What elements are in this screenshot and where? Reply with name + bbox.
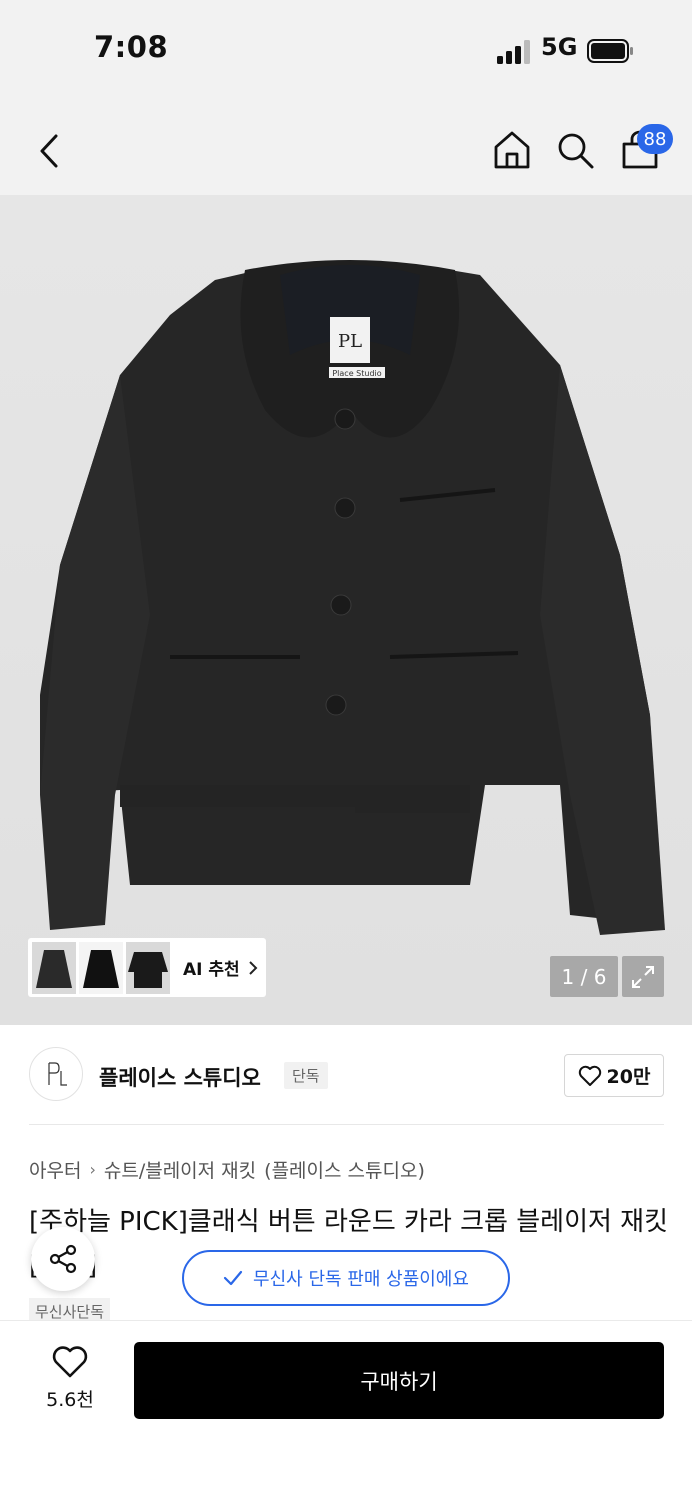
home-icon[interactable] xyxy=(493,130,531,170)
divider xyxy=(29,1124,664,1125)
share-icon xyxy=(49,1244,77,1274)
jacket-illustration: PL Place Studio xyxy=(40,260,665,935)
label-tag-text: Place Studio xyxy=(332,369,381,378)
brand-like-count: 20만 xyxy=(606,1066,651,1088)
check-icon xyxy=(223,1270,243,1286)
breadcrumb-item[interactable]: 슈트/블레이저 재킷 xyxy=(104,1156,256,1183)
wishlist-button[interactable]: 5.6천 xyxy=(38,1345,102,1412)
brand-like-button[interactable]: 20만 xyxy=(564,1054,664,1097)
breadcrumb: 아우터 › 슈트/블레이저 재킷 (플레이스 스튜디오) xyxy=(29,1156,425,1183)
cart-count-badge: 88 xyxy=(637,124,673,154)
expand-button[interactable] xyxy=(622,956,664,997)
brand-logo[interactable] xyxy=(29,1047,83,1101)
expand-icon xyxy=(632,965,654,988)
ai-thumb-2[interactable] xyxy=(79,941,123,994)
heart-icon xyxy=(578,1065,601,1086)
status-bar: 7:08 5G xyxy=(0,0,692,100)
wishlist-count: 5.6천 xyxy=(46,1389,94,1411)
signal-icon xyxy=(497,40,530,64)
back-icon[interactable] xyxy=(38,133,62,169)
buy-button[interactable]: 구매하기 xyxy=(134,1342,664,1419)
ai-recommend-label: AI 추천 xyxy=(183,960,240,980)
brand-name[interactable]: 플레이스 스튜디오 xyxy=(99,1062,261,1092)
breadcrumb-item[interactable]: 아우터 xyxy=(29,1156,81,1183)
search-icon[interactable] xyxy=(556,131,596,171)
image-page-indicator: 1 / 6 xyxy=(550,956,618,997)
exclusive-badge: 단독 xyxy=(284,1062,328,1089)
chevron-right-icon: › xyxy=(89,1160,96,1179)
ai-thumb-3[interactable] xyxy=(126,941,170,994)
share-button[interactable] xyxy=(31,1227,95,1291)
battery-icon xyxy=(587,39,633,63)
product-image[interactable]: PL Place Studio xyxy=(0,195,692,1025)
chevron-right-icon xyxy=(248,960,258,975)
heart-icon xyxy=(52,1346,88,1378)
breadcrumb-brand[interactable]: (플레이스 스튜디오) xyxy=(264,1156,425,1183)
exclusive-notice-pill[interactable]: 무신사 단독 판매 상품이에요 xyxy=(182,1250,510,1306)
status-time: 7:08 xyxy=(94,30,169,64)
ai-recommend-strip[interactable]: AI 추천 xyxy=(28,938,266,997)
ai-thumb-1[interactable] xyxy=(32,941,76,994)
svg-text:PL: PL xyxy=(338,331,362,352)
network-label: 5G xyxy=(541,33,578,61)
exclusive-notice-text: 무신사 단독 판매 상품이에요 xyxy=(253,1269,469,1290)
brand-logo-mark xyxy=(48,1062,67,1086)
